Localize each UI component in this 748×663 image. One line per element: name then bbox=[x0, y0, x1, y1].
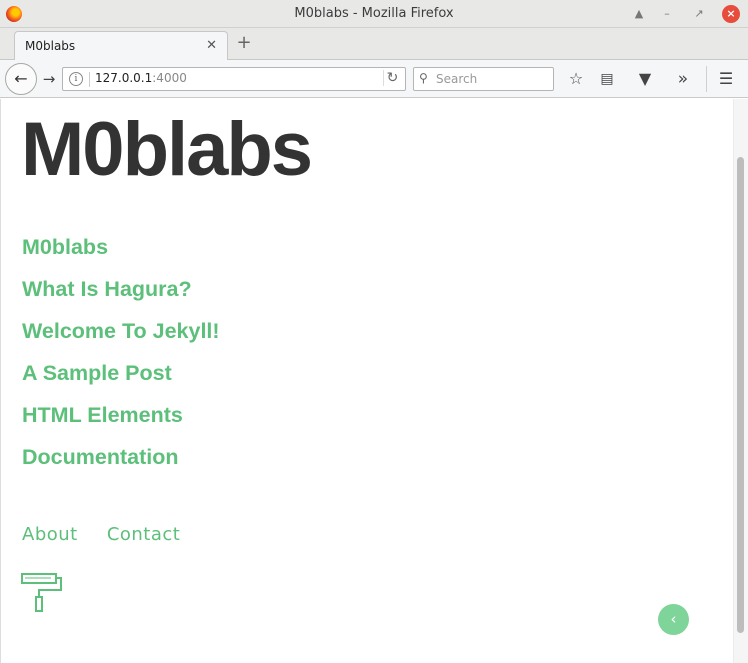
url-port: :4000 bbox=[152, 71, 187, 85]
post-link-what-is-hagura[interactable]: What Is Hagura? bbox=[22, 274, 192, 304]
tab-label: M0blabs bbox=[25, 39, 76, 53]
maximize-button[interactable]: ↗ bbox=[690, 5, 708, 23]
chevron-left-icon: ‹ bbox=[670, 610, 677, 628]
paint-roller-icon bbox=[21, 573, 62, 612]
list-item: HTML Elements bbox=[22, 400, 220, 442]
triangle-up-icon[interactable]: ▲ bbox=[630, 5, 648, 23]
post-link-a-sample-post[interactable]: A Sample Post bbox=[22, 358, 172, 388]
toolbar-divider bbox=[706, 66, 707, 92]
page-scrollbar[interactable] bbox=[733, 99, 748, 663]
new-tab-button[interactable]: + bbox=[234, 32, 254, 53]
back-to-top-button[interactable]: ‹ bbox=[658, 604, 689, 635]
page-nav: About Contact bbox=[22, 524, 204, 545]
search-bar[interactable]: ⚲ bbox=[413, 67, 554, 91]
site-title: M0blabs bbox=[21, 107, 313, 192]
info-icon[interactable]: i bbox=[69, 72, 83, 86]
scrollbar-thumb[interactable] bbox=[737, 157, 744, 633]
forward-button[interactable]: → bbox=[38, 69, 60, 89]
post-link-m0blabs[interactable]: M0blabs bbox=[22, 232, 108, 262]
close-tab-icon[interactable]: ✕ bbox=[206, 38, 217, 53]
hamburger-menu-icon[interactable]: ☰ bbox=[715, 68, 737, 90]
nav-link-contact[interactable]: Contact bbox=[107, 524, 181, 545]
pocket-icon[interactable]: ▼ bbox=[634, 68, 656, 90]
star-icon[interactable]: ☆ bbox=[565, 68, 587, 90]
list-item: What Is Hagura? bbox=[22, 274, 220, 316]
post-link-welcome-to-jekyll[interactable]: Welcome To Jekyll! bbox=[22, 316, 220, 346]
back-button[interactable]: ← bbox=[5, 63, 37, 95]
close-window-button[interactable]: × bbox=[722, 5, 740, 23]
search-input[interactable] bbox=[436, 70, 548, 88]
search-icon: ⚲ bbox=[419, 71, 428, 85]
navigation-toolbar: ← → i 127.0.0.1:4000 ↻ ⚲ ☆ ▤ ▼ » ☰ bbox=[0, 60, 748, 98]
nav-link-about[interactable]: About bbox=[22, 524, 78, 545]
post-link-documentation[interactable]: Documentation bbox=[22, 442, 178, 472]
list-item: Welcome To Jekyll! bbox=[22, 316, 220, 358]
post-link-html-elements[interactable]: HTML Elements bbox=[22, 400, 183, 430]
reader-view-icon[interactable]: ▤ bbox=[596, 68, 618, 90]
minimize-button[interactable]: – bbox=[658, 5, 676, 23]
list-item: A Sample Post bbox=[22, 358, 220, 400]
url-text[interactable]: 127.0.0.1:4000 bbox=[95, 71, 187, 85]
tab-strip: M0blabs ✕ bbox=[0, 28, 748, 61]
page-content: M0blabs M0blabs What Is Hagura? Welcome … bbox=[0, 99, 748, 663]
reload-icon[interactable]: ↻ bbox=[383, 70, 401, 86]
url-bar[interactable]: i 127.0.0.1:4000 ↻ bbox=[62, 67, 406, 91]
tab-m0blabs[interactable]: M0blabs ✕ bbox=[14, 31, 228, 61]
list-item: Documentation bbox=[22, 442, 220, 484]
list-item: M0blabs bbox=[22, 232, 220, 274]
post-list: M0blabs What Is Hagura? Welcome To Jekyl… bbox=[22, 232, 220, 484]
url-host: 127.0.0.1 bbox=[95, 71, 153, 85]
window-titlebar: M0blabs - Mozilla Firefox ▲ – ↗ × bbox=[0, 0, 748, 28]
url-divider bbox=[89, 72, 90, 87]
chevron-double-right-icon[interactable]: » bbox=[672, 68, 694, 90]
